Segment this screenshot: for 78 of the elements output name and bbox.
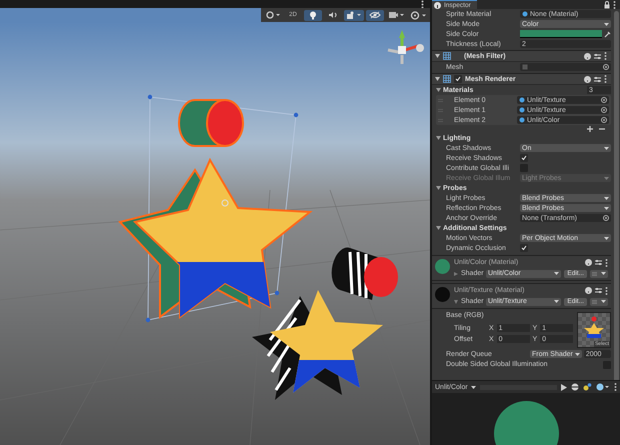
foldout-arrow-icon[interactable] bbox=[435, 77, 440, 81]
enabled-checkbox[interactable] bbox=[454, 75, 462, 83]
caret-icon bbox=[604, 206, 609, 210]
caret-icon bbox=[470, 386, 476, 388]
effects-toggle[interactable] bbox=[344, 10, 364, 20]
sliders-icon[interactable] bbox=[595, 287, 602, 294]
add-icon[interactable] bbox=[587, 126, 593, 132]
play-icon[interactable] bbox=[561, 384, 567, 390]
more-icon[interactable] bbox=[605, 286, 608, 294]
more-icon[interactable] bbox=[421, 0, 424, 9]
caret-icon bbox=[604, 176, 609, 180]
more-icon[interactable] bbox=[614, 383, 617, 391]
lighting-toggle[interactable] bbox=[304, 10, 322, 20]
scrollbar[interactable] bbox=[614, 11, 619, 380]
target-icon[interactable] bbox=[603, 64, 609, 70]
mesh-icon bbox=[522, 64, 528, 70]
light-bulb-icon bbox=[309, 10, 317, 20]
options-dropdown[interactable] bbox=[590, 298, 608, 306]
shading-toggle[interactable] bbox=[264, 10, 282, 20]
caret-icon bbox=[604, 22, 609, 26]
sliders-icon[interactable] bbox=[594, 52, 601, 60]
effects-icon bbox=[346, 11, 362, 19]
foldout-arrow-icon[interactable] bbox=[454, 300, 458, 304]
foldout-arrow-icon[interactable] bbox=[454, 272, 458, 276]
caret-icon bbox=[601, 272, 606, 275]
options-dropdown[interactable] bbox=[590, 270, 608, 278]
circle-icon bbox=[266, 11, 280, 19]
caret-icon bbox=[604, 236, 609, 240]
scene-viewport[interactable] bbox=[0, 22, 430, 445]
striped-star-object[interactable] bbox=[252, 290, 383, 400]
foldout-arrow-icon[interactable] bbox=[436, 186, 441, 190]
material-icon bbox=[522, 11, 528, 17]
camera-icon bbox=[388, 11, 404, 19]
eyedropper-icon[interactable] bbox=[604, 30, 611, 38]
help-icon[interactable] bbox=[584, 52, 591, 60]
foldout-arrow-icon[interactable] bbox=[436, 226, 441, 230]
sphere-icon[interactable] bbox=[571, 383, 579, 391]
sliders-icon[interactable] bbox=[595, 259, 602, 266]
list-icon bbox=[592, 272, 597, 276]
more-icon[interactable] bbox=[604, 75, 607, 83]
caret-icon bbox=[601, 300, 606, 303]
visibility-toggle[interactable] bbox=[366, 10, 384, 20]
gizmo-icon bbox=[410, 10, 426, 20]
lock-icon[interactable] bbox=[604, 0, 610, 8]
star-object[interactable] bbox=[118, 158, 313, 319]
light-icon[interactable] bbox=[583, 383, 592, 391]
foldout-arrow-icon[interactable] bbox=[435, 54, 440, 58]
target-icon[interactable] bbox=[603, 215, 609, 221]
sphere-icon[interactable] bbox=[596, 383, 610, 391]
caret-icon bbox=[604, 196, 609, 200]
more-icon[interactable] bbox=[605, 258, 608, 266]
cylinder-object[interactable] bbox=[178, 99, 244, 147]
orientation-gizmo[interactable] bbox=[388, 30, 424, 64]
checkbox[interactable] bbox=[520, 244, 528, 252]
sliders-icon[interactable] bbox=[594, 76, 601, 82]
checkbox[interactable] bbox=[520, 154, 528, 162]
foldout-arrow-icon[interactable] bbox=[436, 136, 441, 140]
camera-toggle[interactable] bbox=[386, 10, 406, 20]
color-swatch[interactable] bbox=[520, 30, 602, 38]
grid-icon bbox=[443, 75, 451, 83]
list-icon bbox=[592, 300, 597, 304]
hidden-eye-icon bbox=[369, 11, 381, 19]
caret-icon bbox=[554, 300, 560, 303]
gizmos-toggle[interactable] bbox=[408, 10, 428, 20]
caret-icon bbox=[574, 352, 580, 356]
caret-icon bbox=[604, 146, 609, 150]
grid-icon bbox=[443, 52, 451, 60]
more-icon[interactable] bbox=[604, 52, 607, 60]
help-icon[interactable] bbox=[585, 287, 592, 294]
remove-icon[interactable] bbox=[599, 126, 605, 132]
caret-icon bbox=[554, 272, 560, 275]
object-field[interactable] bbox=[520, 63, 611, 71]
help-icon[interactable] bbox=[585, 259, 592, 266]
speaker-icon bbox=[328, 11, 338, 19]
help-icon[interactable] bbox=[584, 76, 591, 82]
more-icon[interactable] bbox=[613, 0, 616, 8]
striped-cylinder-object[interactable] bbox=[332, 248, 398, 300]
foldout-arrow-icon[interactable] bbox=[436, 88, 441, 92]
